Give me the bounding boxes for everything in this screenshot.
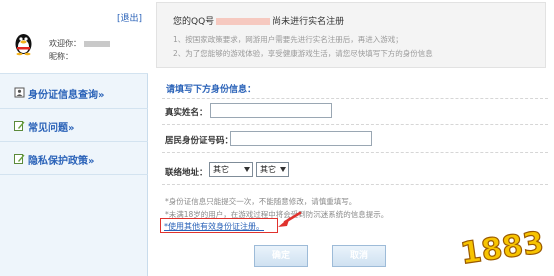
- logout-link[interactable]: [退出]: [117, 11, 142, 24]
- sidebar: [退出] 欢迎你： 昵称： 身份证信息查询» 常见问题» 隐私保护政策»: [0, 0, 148, 276]
- redacted-username: [84, 40, 110, 47]
- welcome-label: 欢迎你：: [49, 39, 81, 48]
- title-prefix: 您的QQ号: [173, 17, 215, 27]
- welcome-line: 欢迎你：: [49, 38, 110, 49]
- other-id-register-link[interactable]: *使用其他有效身份证注册。: [164, 221, 264, 232]
- title-suffix: 尚未进行实名注册: [272, 17, 345, 27]
- notice-line-2: 2、为了您能够的游戏体验，享受健康游戏生活，请您尽快填写下方的身份信息: [173, 49, 433, 58]
- site-watermark-logo: 1883: [458, 225, 547, 272]
- province-select[interactable]: 其它: [209, 162, 253, 177]
- sidebar-item-id-query[interactable]: 身份证信息查询»: [0, 76, 148, 109]
- chevron-down-icon: [244, 167, 250, 172]
- nickname-label: 昵称：: [49, 52, 73, 61]
- edit-icon: [14, 154, 25, 164]
- province-value: 其它: [213, 165, 229, 174]
- form-section-title: 请填写下方身份信息：: [166, 85, 257, 95]
- id-card-icon: [14, 87, 25, 98]
- city-select[interactable]: 其它: [256, 162, 289, 177]
- chevron-down-icon: [280, 167, 286, 172]
- divider: [162, 124, 548, 125]
- nickname-line: 昵称：: [49, 51, 73, 62]
- hint-line-1: *身份证信息只能提交一次，不能随意修改，请慎重填写。: [165, 197, 357, 206]
- notice-header: 您的QQ号 尚未进行实名注册 1、按国家政策要求，网游用户需要先进行实名注册后，再…: [156, 2, 546, 68]
- divider: [162, 98, 548, 99]
- cancel-button[interactable]: 取消: [332, 245, 386, 267]
- edit-icon: [14, 121, 25, 131]
- id-number-input[interactable]: [230, 131, 372, 146]
- sidebar-item-label: 隐私保护政策»: [28, 156, 95, 167]
- sidebar-item-label: 常见问题»: [28, 123, 75, 134]
- city-value: 其它: [260, 165, 276, 174]
- watermark-text: 1883: [458, 225, 546, 271]
- qq-penguin-avatar-icon: [15, 34, 32, 56]
- address-label: 联络地址：: [165, 168, 208, 178]
- id-number-label: 居民身份证号码：: [165, 136, 234, 146]
- sidebar-item-privacy[interactable]: 隐私保护政策»: [0, 142, 148, 175]
- sidebar-item-label: 身份证信息查询»: [28, 90, 105, 101]
- user-profile-panel: [退出] 欢迎你： 昵称：: [0, 0, 148, 74]
- real-name-label: 真实姓名：: [165, 108, 208, 118]
- page-title: 您的QQ号 尚未进行实名注册: [173, 14, 344, 27]
- confirm-button[interactable]: 确定: [254, 245, 308, 267]
- redacted-qq-number: [216, 18, 271, 25]
- sidebar-item-faq[interactable]: 常见问题»: [0, 109, 148, 142]
- real-name-input[interactable]: [210, 103, 332, 118]
- divider: [162, 184, 548, 185]
- notice-line-1: 1、按国家政策要求，网游用户需要先进行实名注册后，再进入游戏；: [173, 35, 403, 44]
- divider: [162, 152, 548, 153]
